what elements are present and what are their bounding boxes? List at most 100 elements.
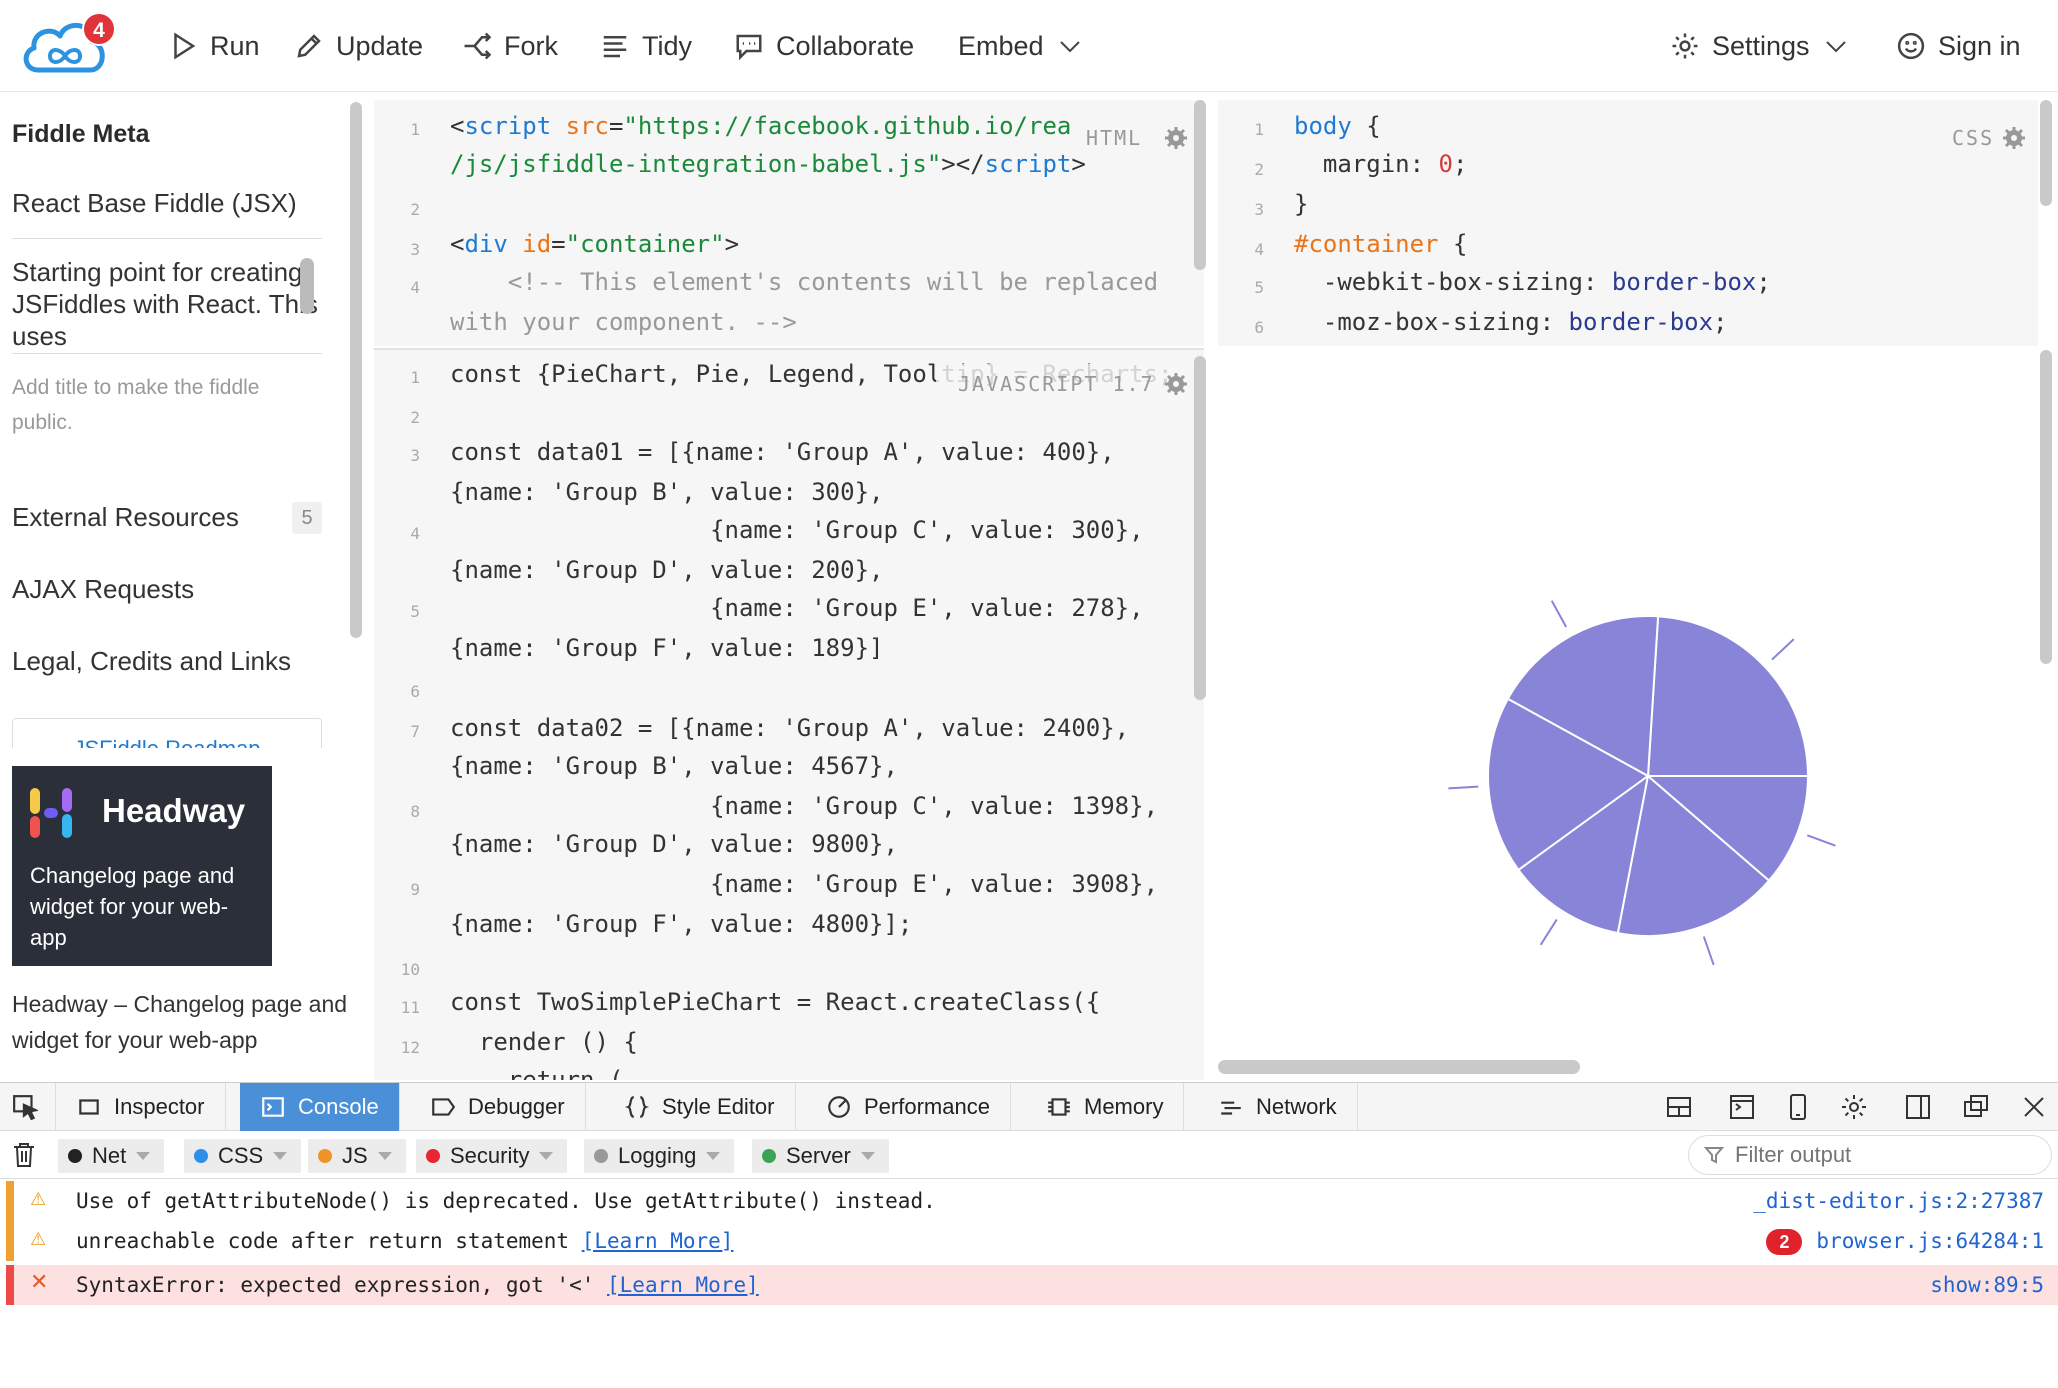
filter-css[interactable]: CSS: [184, 1139, 302, 1173]
tab-performance[interactable]: Performance: [806, 1083, 1011, 1131]
sidebar-scroll-area[interactable]: Fiddle Meta React Base Fiddle (JSX) Star…: [0, 92, 342, 748]
learn-more-link[interactable]: [Learn More]: [582, 1229, 734, 1253]
message-source-link[interactable]: show:89:5: [1930, 1273, 2044, 1297]
trash-icon[interactable]: [10, 1141, 38, 1169]
code-line: <!-- This element's contents will be rep…: [450, 268, 1159, 296]
divider: [12, 238, 322, 239]
sidebar-item-ajax-requests[interactable]: AJAX Requests: [12, 574, 194, 605]
html-scrollbar[interactable]: [1194, 100, 1206, 270]
code-line: {name: 'Group E', value: 3908},: [450, 870, 1159, 898]
sidebar-scrollbar[interactable]: [350, 102, 362, 638]
split-layout-icon[interactable]: [1666, 1093, 1694, 1121]
filter-server[interactable]: Server: [752, 1139, 889, 1173]
update-button[interactable]: Update: [294, 24, 423, 68]
console-warning-row[interactable]: ⚠ Use of getAttributeNode() is deprecate…: [6, 1181, 2058, 1221]
css-dot: [194, 1149, 208, 1163]
tab-label: Debugger: [468, 1094, 565, 1119]
fiddle-name-field[interactable]: React Base Fiddle (JSX): [12, 188, 297, 219]
logging-dot: [594, 1149, 608, 1163]
notification-badge[interactable]: 4: [82, 12, 116, 46]
tab-memory[interactable]: Memory: [1026, 1083, 1185, 1131]
dock-side-icon[interactable]: [1904, 1093, 1932, 1121]
filter-js[interactable]: JS: [308, 1139, 406, 1173]
warning-icon: ⚠: [30, 1229, 47, 1250]
filter-net[interactable]: Net: [58, 1139, 165, 1173]
line-number: 1: [410, 120, 420, 139]
gear-icon[interactable]: [1840, 1093, 1868, 1121]
run-button[interactable]: Run: [168, 24, 260, 68]
filter-label: Security: [450, 1143, 530, 1168]
responsive-design-icon[interactable]: [1784, 1093, 1812, 1121]
message-source-link[interactable]: _dist-editor.js:2:27387: [1753, 1189, 2044, 1213]
code-line: {name: 'Group C', value: 300},: [450, 516, 1144, 544]
fiddle-description-field[interactable]: Starting point for creating JSFiddles wi…: [12, 256, 322, 354]
result-horizontal-scrollbar[interactable]: [1218, 1060, 1580, 1074]
filter-output-input[interactable]: [1688, 1135, 2052, 1175]
css-editor-panel[interactable]: 1 2 3 4 5 6 body { margin: 0; } #contain…: [1218, 100, 2038, 346]
ad-caption[interactable]: Headway – Changelog page and widget for …: [12, 986, 352, 1058]
line-number: 6: [1254, 318, 1264, 337]
code-line: body {: [1294, 112, 1381, 140]
code-line: render () {: [450, 1028, 638, 1056]
gear-icon[interactable]: [2002, 126, 2026, 150]
tab-style-editor[interactable]: Style Editor: [604, 1083, 796, 1131]
tab-inspector[interactable]: Inspector: [56, 1083, 226, 1131]
tidy-button[interactable]: Tidy: [600, 24, 692, 68]
javascript-scrollbar[interactable]: [1194, 356, 1206, 700]
code-line: const data01 = [{name: 'Group A', value:…: [450, 438, 1115, 466]
smiley-icon: [1897, 32, 1925, 60]
run-label: Run: [210, 30, 260, 61]
settings-dropdown[interactable]: Settings: [1670, 24, 1848, 68]
undock-window-icon[interactable]: [1962, 1093, 1990, 1121]
code-line: {name: 'Group F', value: 189}]: [450, 634, 884, 662]
learn-more-link[interactable]: [Learn More]: [607, 1273, 759, 1297]
jsfiddle-logo[interactable]: 4: [20, 12, 116, 76]
line-number: 9: [410, 880, 420, 899]
gear-icon[interactable]: [1164, 126, 1188, 150]
play-icon: [174, 32, 196, 60]
close-icon[interactable]: [2020, 1093, 2048, 1121]
collaborate-button[interactable]: Collaborate: [734, 24, 914, 68]
gauge-icon: [828, 1096, 850, 1118]
fork-icon: [464, 32, 492, 60]
debugger-icon: [432, 1098, 456, 1116]
sponsor-area: Headway Changelog page and widget for yo…: [0, 748, 370, 1082]
chat-bubble-icon: [736, 34, 762, 61]
fork-button[interactable]: Fork: [462, 24, 558, 68]
split-console-icon[interactable]: [1728, 1093, 1756, 1121]
sidebar-item-legal[interactable]: Legal, Credits and Links: [12, 646, 291, 677]
sidebar-item-external-resources[interactable]: External Resources: [12, 502, 239, 533]
headway-ad[interactable]: Headway Changelog page and widget for yo…: [12, 766, 272, 966]
console-warning-row[interactable]: ⚠ unreachable code after return statemen…: [6, 1221, 2058, 1261]
message-source-link[interactable]: browser.js:64284:1: [1816, 1229, 2044, 1253]
sign-in-button[interactable]: Sign in: [1896, 24, 2021, 68]
severity-bar: [6, 1265, 14, 1305]
element-picker-button[interactable]: [0, 1083, 56, 1131]
result-vertical-scrollbar[interactable]: [2040, 350, 2052, 664]
tab-console[interactable]: Console: [240, 1083, 400, 1131]
tab-network[interactable]: Network: [1198, 1083, 1358, 1131]
code-line: {name: 'Group C', value: 1398},: [450, 792, 1159, 820]
error-x-icon: ✕: [30, 1270, 49, 1295]
console-icon: [262, 1097, 284, 1117]
line-number: 6: [410, 682, 420, 701]
gear-icon[interactable]: [1164, 372, 1188, 396]
console-error-row[interactable]: ✕ SyntaxError: expected expression, got …: [6, 1265, 2058, 1305]
result-frame[interactable]: [1218, 346, 2038, 1054]
html-editor-panel[interactable]: 1 2 3 4 <script src="https://facebook.gi…: [374, 100, 1204, 346]
css-scrollbar[interactable]: [2040, 100, 2052, 206]
filter-logging[interactable]: Logging: [584, 1139, 735, 1173]
code-line: with your component. -->: [450, 308, 797, 336]
code-line: {name: 'Group B', value: 4567},: [450, 752, 898, 780]
roadmap-button[interactable]: JSFiddle Roadmap: [12, 718, 322, 748]
description-scrollbar[interactable]: [300, 258, 314, 314]
javascript-editor-panel[interactable]: 1 2 3 4 5 6 7 8 9 10 11 12 const {PieCha…: [374, 348, 1204, 1080]
code-line: {name: 'Group D', value: 200},: [450, 556, 884, 584]
inspector-icon: [79, 1099, 99, 1115]
security-dot: [426, 1149, 440, 1163]
embed-dropdown[interactable]: Embed: [958, 24, 1082, 68]
filter-security[interactable]: Security: [416, 1139, 568, 1173]
tab-debugger[interactable]: Debugger: [410, 1083, 586, 1131]
pie-slice[interactable]: [1646, 615, 1810, 777]
align-lines-icon: [603, 36, 627, 58]
